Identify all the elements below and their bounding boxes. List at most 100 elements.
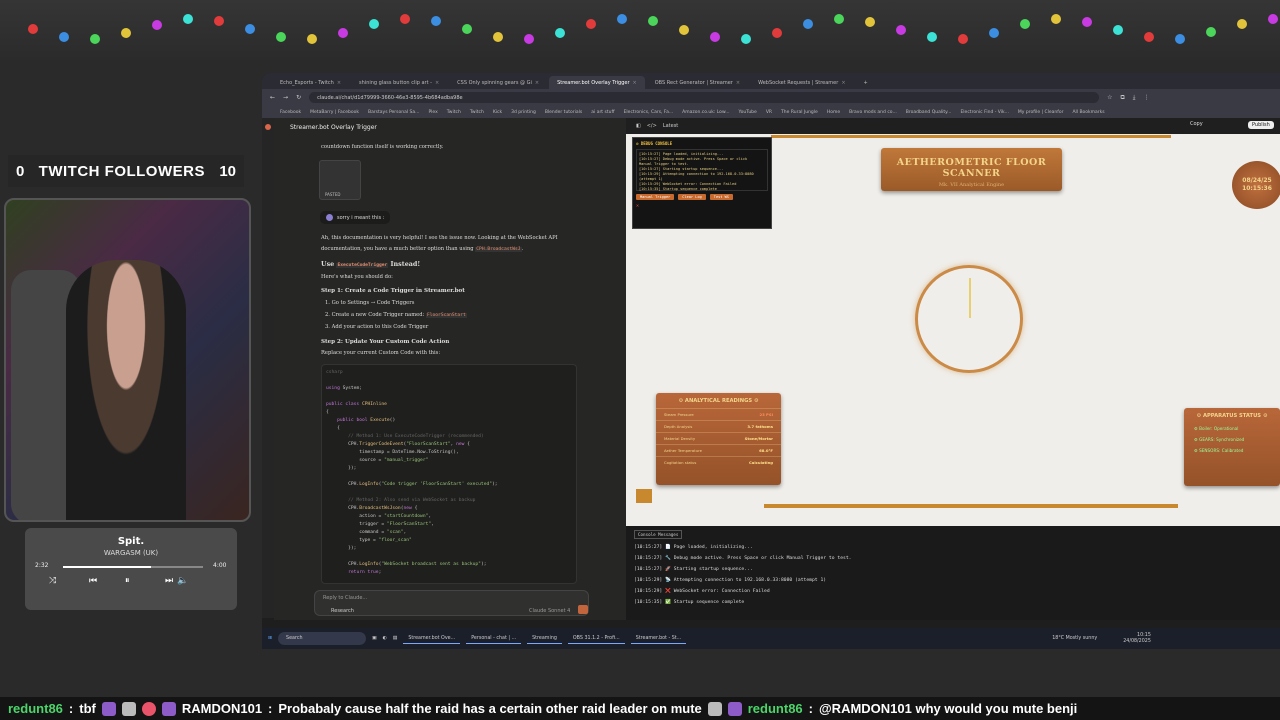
code-block[interactable]: csharp using System; public class CPHInl…: [321, 364, 577, 584]
bookmark-item[interactable]: Bravo mods and co...: [849, 110, 897, 115]
clock-date: 24/08/2025: [1123, 638, 1151, 644]
console-button[interactable]: Console Messages: [634, 530, 683, 539]
bookmark-item[interactable]: The Rural Jungle: [781, 110, 818, 115]
reading-value: Calculating: [748, 460, 773, 465]
close-icon[interactable]: ×: [535, 80, 539, 86]
debug-console: ⚙ DEBUG CONSOLE [10:15:27] Page loaded, …: [632, 137, 772, 229]
send-button[interactable]: [578, 605, 588, 614]
light-bulb: [214, 16, 224, 26]
close-icon[interactable]: ×: [633, 80, 637, 86]
download-icon[interactable]: ⤓: [1133, 94, 1136, 102]
new-tab-button[interactable]: +: [856, 76, 876, 89]
light-bulb: [927, 32, 937, 42]
taskbar-app[interactable]: Streamer.bot - St...: [630, 634, 687, 644]
version-label[interactable]: Latest: [663, 123, 678, 129]
bookmark-item[interactable]: Twitch: [447, 110, 461, 115]
chat-title[interactable]: Streamer.bot Overlay Trigger: [290, 124, 377, 131]
bookmark-item[interactable]: All Bookmarks: [1072, 110, 1104, 115]
bookmark-item[interactable]: Facebook: [280, 110, 301, 115]
pause-icon[interactable]: ⏸: [125, 576, 130, 586]
bookmark-item[interactable]: Electronics, Cars, Fa...: [624, 110, 674, 115]
task-view-icon[interactable]: ▣: [372, 636, 377, 641]
taskbar-app[interactable]: Streamer.bot Ove...: [403, 634, 461, 644]
time-text: 10:15:36: [1242, 185, 1272, 192]
tab-echo-esports[interactable]: Echo_Esports - Twitch ×: [272, 76, 349, 89]
tab-label: OBS Rect Generator | Streamer: [654, 79, 733, 86]
chat-username: redunt86: [8, 701, 63, 716]
new-chat-icon[interactable]: [265, 124, 271, 130]
copy-button[interactable]: Copy: [1190, 121, 1203, 127]
url-text: claude.ai/chat/d1d79999-3660-46e3-8595-4…: [317, 94, 463, 101]
bookmark-item[interactable]: YouTube: [739, 110, 757, 115]
taskbar-app[interactable]: Personal - chat | ...: [466, 634, 522, 644]
extensions-icon[interactable]: ⧉: [1120, 94, 1124, 102]
preview-toggle-icon[interactable]: ◧: [636, 123, 641, 129]
close-icon[interactable]: ×: [435, 80, 439, 86]
tab-css-gears[interactable]: CSS Only spinning gears @ Gi ×: [449, 76, 547, 89]
manual-trigger-button[interactable]: Manual Trigger: [636, 194, 675, 200]
bookmark-item[interactable]: Home: [827, 110, 840, 115]
reload-icon[interactable]: ↻: [296, 94, 301, 101]
tab-clip-art[interactable]: shining glass button clip art - ×: [351, 76, 447, 89]
menu-icon[interactable]: ⋮: [1143, 94, 1149, 101]
url-field[interactable]: claude.ai/chat/d1d79999-3660-46e3-8595-4…: [309, 92, 1100, 103]
status-item: ⚙ Boiler: Operational: [1194, 426, 1239, 431]
taskbar-app[interactable]: OBS 31.1.2 - Profi...: [567, 634, 625, 644]
bookmark-item[interactable]: 3d printing: [511, 110, 536, 115]
bookmark-item[interactable]: Barstays Personal Sa...: [368, 110, 419, 115]
volume-icon[interactable]: 🔈: [177, 576, 188, 586]
close-icon[interactable]: ×: [736, 80, 740, 86]
pasted-attachment[interactable]: PASTED: [319, 160, 361, 200]
code-toggle-icon[interactable]: </>: [647, 123, 657, 129]
reading-row: Material Density Stone/Mortar: [656, 432, 781, 444]
windows-start-icon[interactable]: ⊞: [268, 636, 272, 641]
back-icon[interactable]: ←: [270, 94, 275, 101]
bookmark-item[interactable]: Kick: [493, 110, 502, 115]
artifact-panel: ◧ </> Latest Copy Publish ⚙ DEBUG CONSOL…: [626, 118, 1280, 620]
artifact-toolbar: ◧ </> Latest: [626, 118, 1280, 134]
bookmark-item[interactable]: Broadband Quality...: [906, 110, 952, 115]
forward-icon[interactable]: →: [283, 94, 288, 101]
bookmark-item[interactable]: Electronic Find - Vik...: [960, 110, 1008, 115]
publish-button[interactable]: Publish: [1248, 121, 1274, 129]
tab-overlay-trigger[interactable]: Streamer.bot Overlay Trigger ×: [549, 76, 645, 89]
bookmark-item[interactable]: Twitch: [470, 110, 484, 115]
next-icon[interactable]: ⏭: [165, 576, 173, 586]
light-bulb: [90, 34, 100, 44]
tab-obs-generator[interactable]: OBS Rect Generator | Streamer ×: [647, 76, 748, 89]
research-button[interactable]: Research: [331, 608, 354, 614]
bookmark-item[interactable]: VR: [766, 110, 772, 115]
model-selector[interactable]: Claude Sonnet 4: [529, 608, 570, 614]
file-explorer-icon[interactable]: ▤: [393, 636, 398, 641]
bookmark-item[interactable]: ai art stuff: [591, 110, 614, 115]
previous-icon[interactable]: ⏮: [89, 576, 97, 586]
bookmark-item[interactable]: Blender tutorials: [545, 110, 582, 115]
light-bulb: [555, 28, 565, 38]
weather-desc: Mostly sunny: [1065, 636, 1098, 641]
chat-message: Probabaly cause half the raid has a cert…: [278, 701, 702, 716]
chat-message: tbf: [79, 701, 96, 716]
clear-log-button[interactable]: Clear Log: [678, 194, 706, 200]
taskbar-search[interactable]: Search: [278, 632, 367, 645]
weather-widget[interactable]: 18°C Mostly sunny: [1052, 636, 1097, 641]
bookmark-item[interactable]: MetaBarry | Facebook: [310, 110, 359, 115]
edge-icon[interactable]: ◐: [383, 636, 387, 641]
debug-buttons: Manual Trigger Clear Log Test WS: [636, 194, 768, 200]
clock[interactable]: 10:15 24/08/2025: [1123, 633, 1151, 645]
light-bulb: [1175, 34, 1185, 44]
shuffle-icon[interactable]: ⤨: [49, 576, 56, 586]
tab-websocket-requests[interactable]: WebSocket Requests | Streamer ×: [750, 76, 853, 89]
emote-icon: [707, 701, 722, 716]
taskbar-app[interactable]: Streaming: [527, 634, 562, 644]
chat-username: RAMDON101: [181, 701, 263, 716]
light-bulb: [431, 16, 441, 26]
bookmark-item[interactable]: Amazon.co.uk: Low...: [682, 110, 729, 115]
close-icon[interactable]: ×: [337, 80, 341, 86]
bookmark-item[interactable]: My profile | Cleanfor: [1018, 110, 1064, 115]
test-ws-button[interactable]: Test WS: [709, 194, 733, 200]
bookmark-item[interactable]: Plex: [428, 110, 437, 115]
close-icon[interactable]: ×: [841, 80, 845, 86]
bookmark-star-icon[interactable]: ☆: [1107, 94, 1112, 101]
brass-rail: [771, 135, 1171, 138]
reply-box[interactable]: Reply to Claude... Research Claude Sonne…: [314, 590, 589, 616]
